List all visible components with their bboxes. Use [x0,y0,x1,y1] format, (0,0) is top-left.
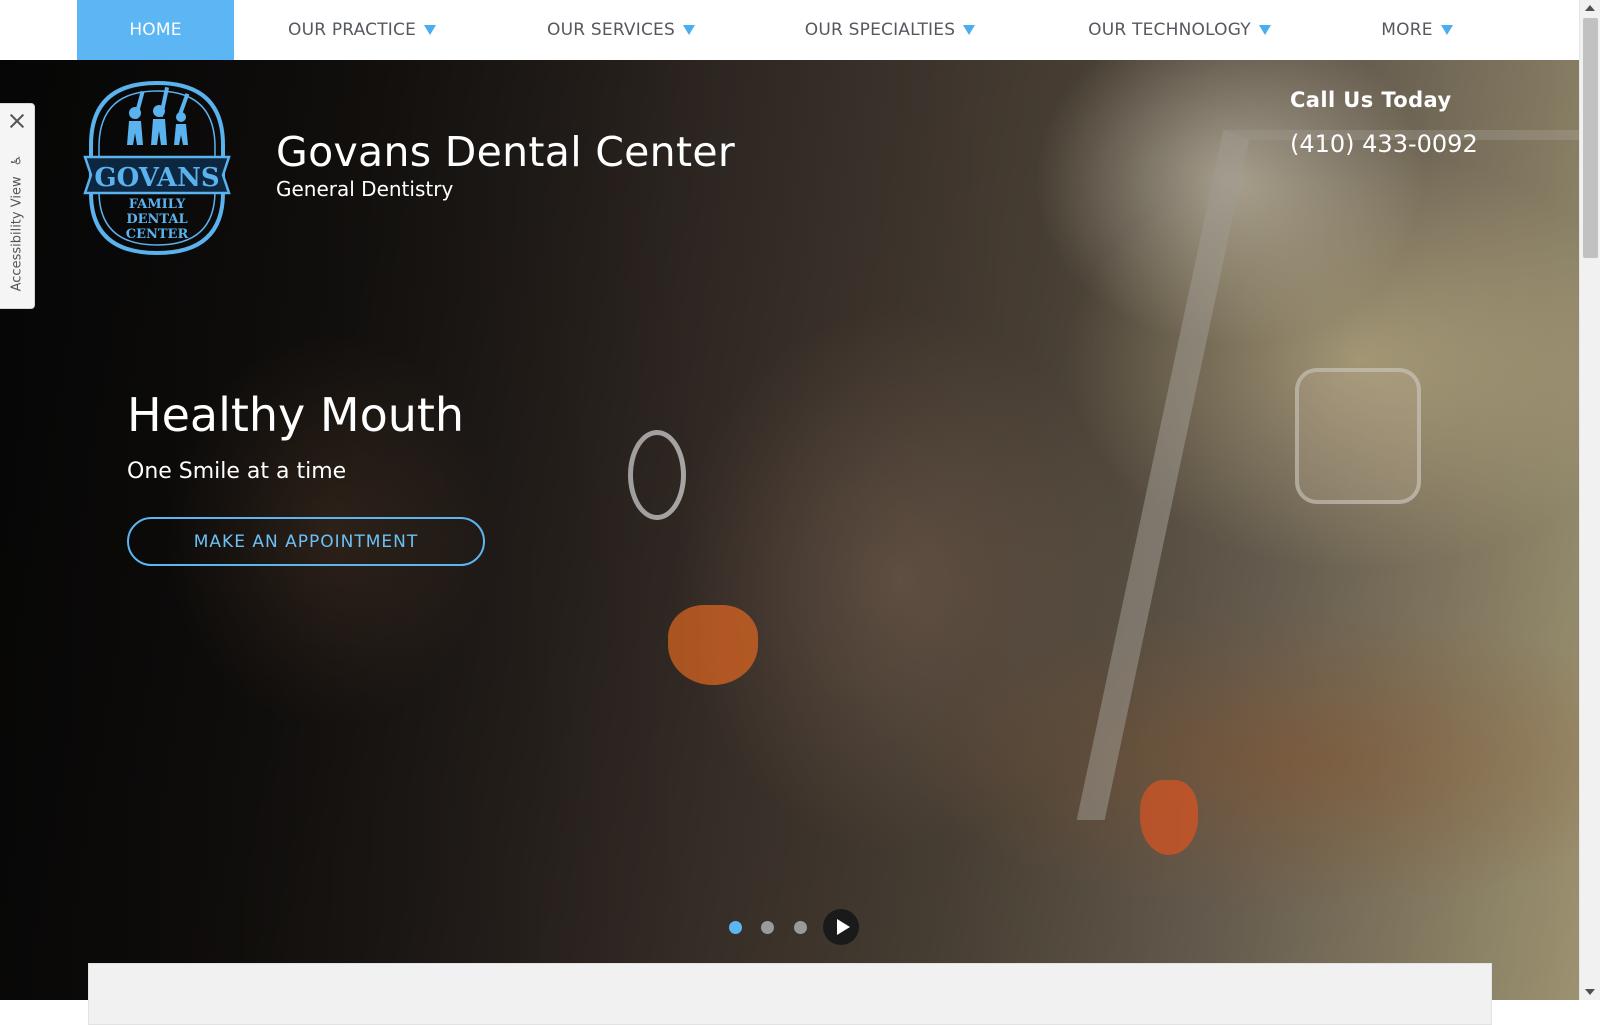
triangle-down-icon [1440,25,1453,35]
practice-tagline: General Dentistry [276,177,454,201]
svg-text:FAMILY: FAMILY [129,197,186,212]
accessibility-view-label: Accessibility View ♿ [10,155,25,292]
nav-our-technology[interactable]: OUR TECHNOLOGY [1062,0,1297,60]
slider-dot-2[interactable] [761,921,774,934]
nav-home[interactable]: HOME [77,0,234,60]
play-icon [837,919,850,935]
slider-dot-3[interactable] [794,921,807,934]
main-nav: HOME OUR PRACTICE OUR SERVICES OUR SPECI… [0,0,1579,60]
make-appointment-button[interactable]: MAKE AN APPOINTMENT [127,517,485,566]
nav-our-technology-label: OUR TECHNOLOGY [1088,20,1251,40]
practice-name: Govans Dental Center [276,128,736,176]
nav-more[interactable]: MORE [1362,0,1472,60]
scroll-down-arrow-icon[interactable] [1585,989,1595,995]
hero-heading: Healthy Mouth [127,388,465,442]
nav-our-practice-label: OUR PRACTICE [287,20,417,40]
nav-our-services[interactable]: OUR SERVICES [516,0,726,60]
accessibility-view-text: Accessibility View [9,176,25,292]
page-scrollbar[interactable] [1579,0,1600,1000]
slider-dot-1[interactable] [729,921,742,934]
phone-number-link[interactable]: (410) 433-0092 [1290,130,1478,158]
triangle-down-icon [1258,25,1271,35]
content-card [88,963,1492,1025]
svg-text:GOVANS: GOVANS [94,163,219,193]
practice-logo[interactable]: GOVANS FAMILY DENTAL CENTER [77,75,237,257]
scrollbar-thumb[interactable] [1583,18,1598,258]
nav-our-practice[interactable]: OUR PRACTICE [262,0,462,60]
slider-play-button[interactable] [823,909,859,945]
triangle-down-icon [424,25,437,35]
triangle-down-icon [682,25,695,35]
accessibility-view-toggle[interactable]: Accessibility View ♿ [4,148,30,298]
family-with-toothbrushes-logo: GOVANS FAMILY DENTAL CENTER [83,80,231,256]
call-us-label: Call Us Today [1290,88,1452,112]
nav-our-specialties[interactable]: OUR SPECIALTIES [780,0,1000,60]
accessibility-tab: Accessibility View ♿ [0,103,35,309]
hero-slider: GOVANS FAMILY DENTAL CENTER Govans Denta… [0,60,1579,1000]
svg-text:CENTER: CENTER [126,227,189,242]
svg-text:DENTAL: DENTAL [126,212,187,227]
nav-more-label: MORE [1381,20,1433,40]
triangle-down-icon [963,25,976,35]
hero-subheading: One Smile at a time [127,459,347,484]
scroll-up-arrow-icon[interactable] [1585,5,1595,11]
nav-our-services-label: OUR SERVICES [547,20,675,40]
nav-home-label: HOME [129,20,182,40]
nav-our-specialties-label: OUR SPECIALTIES [804,20,956,40]
close-icon[interactable] [8,112,26,130]
wheelchair-icon: ♿ [9,154,25,167]
